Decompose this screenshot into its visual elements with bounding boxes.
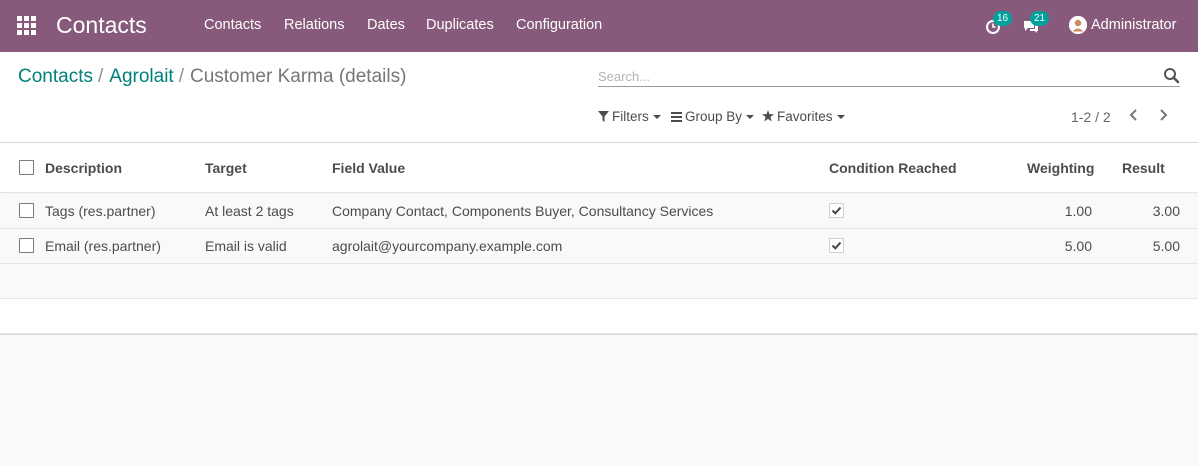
- cell-result: 3.00: [1152, 203, 1180, 219]
- search-input[interactable]: [598, 66, 1158, 86]
- row-checkbox[interactable]: [19, 238, 34, 253]
- search-bar: [598, 66, 1180, 87]
- chevron-left-icon: [1129, 109, 1137, 121]
- cell-target: Email is valid: [205, 238, 287, 254]
- cell-weighting: 1.00: [1064, 203, 1092, 219]
- column-description[interactable]: Description: [45, 160, 122, 176]
- menu-item-dates[interactable]: Dates: [367, 17, 405, 33]
- column-weighting[interactable]: Weighting: [1027, 160, 1094, 176]
- column-target[interactable]: Target: [205, 160, 247, 176]
- group-by-button[interactable]: Group By: [671, 109, 755, 124]
- breadcrumb-contacts[interactable]: Contacts: [18, 66, 93, 87]
- cell-field-value: agrolait@yourcompany.example.com: [332, 238, 563, 254]
- select-all-checkbox[interactable]: [19, 160, 34, 175]
- messages-count-badge: 21: [1030, 11, 1049, 26]
- avatar: [1069, 16, 1087, 34]
- pager-previous-button[interactable]: [1127, 107, 1143, 125]
- messages-button[interactable]: 21: [1022, 11, 1049, 36]
- menu-item-contacts[interactable]: Contacts: [204, 17, 261, 33]
- search-icon[interactable]: [1163, 67, 1180, 84]
- breadcrumb: Contacts / Agrolait / Customer Karma (detail…: [18, 66, 406, 88]
- checkmark-icon: [831, 241, 842, 250]
- group-by-label: Group By: [685, 109, 743, 124]
- favorites-label: Favorites: [777, 109, 833, 124]
- cell-field-value: Company Contact, Components Buyer, Consu…: [332, 203, 714, 219]
- cell-target: At least 2 tags: [205, 203, 294, 219]
- top-navbar: Contacts Contacts Relations Dates Duplic…: [0, 0, 1198, 52]
- chevron-right-icon: [1160, 109, 1168, 121]
- pager-next-button[interactable]: [1156, 107, 1172, 125]
- empty-row: [0, 299, 1198, 334]
- checkmark-icon: [831, 206, 842, 215]
- breadcrumb-separator: /: [97, 66, 104, 87]
- table-row[interactable]: Email (res.partner) Email is valid agrol…: [0, 229, 1198, 264]
- cell-description: Email (res.partner): [45, 238, 161, 254]
- table-header: Description Target Field Value Condition…: [0, 143, 1198, 193]
- breadcrumb-agrolait[interactable]: Agrolait: [109, 66, 173, 87]
- cell-result: 5.00: [1152, 238, 1180, 254]
- filter-icon: [598, 111, 609, 122]
- filters-button[interactable]: Filters: [598, 109, 661, 124]
- filters-label: Filters: [612, 109, 649, 124]
- menu-item-configuration[interactable]: Configuration: [516, 17, 602, 33]
- column-condition-reached[interactable]: Condition Reached: [829, 160, 957, 176]
- activity-count-badge: 16: [993, 11, 1012, 26]
- column-field-value[interactable]: Field Value: [332, 160, 405, 176]
- empty-row: [0, 264, 1198, 299]
- star-icon: [762, 110, 774, 122]
- list-view: Description Target Field Value Condition…: [0, 143, 1198, 335]
- control-panel: Contacts / Agrolait / Customer Karma (detail…: [0, 52, 1198, 143]
- cell-description: Tags (res.partner): [45, 203, 156, 219]
- condition-reached-checkbox: [829, 203, 844, 218]
- page-title: Customer Karma (details): [189, 66, 407, 87]
- condition-reached-checkbox: [829, 238, 844, 253]
- row-checkbox[interactable]: [19, 203, 34, 218]
- favorites-button[interactable]: Favorites: [762, 109, 845, 124]
- menu-item-relations[interactable]: Relations: [284, 17, 344, 33]
- activity-button[interactable]: 16: [985, 11, 1012, 36]
- column-result[interactable]: Result: [1122, 160, 1165, 176]
- cell-weighting: 5.00: [1064, 238, 1092, 254]
- user-name: Administrator: [1091, 17, 1177, 33]
- apps-grid-icon[interactable]: [17, 16, 37, 36]
- menu-item-duplicates[interactable]: Duplicates: [426, 17, 494, 33]
- pager-value[interactable]: 1-2 / 2: [1071, 109, 1111, 125]
- breadcrumb-separator: /: [178, 66, 184, 87]
- table-row[interactable]: Tags (res.partner) At least 2 tags Compa…: [0, 194, 1198, 229]
- list-icon: [671, 112, 682, 122]
- app-title[interactable]: Contacts: [56, 12, 147, 39]
